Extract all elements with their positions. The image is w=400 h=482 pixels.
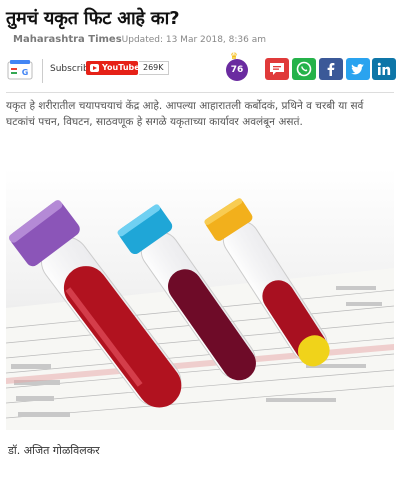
updated-date: Updated: 13 Mar 2018, 8:36 am	[121, 35, 267, 45]
share-toolbar: G Subscribe YouTube 269K ♛ 76	[6, 52, 396, 85]
source-link[interactable]: Maharashtra Times	[13, 34, 122, 45]
article-headline: तुमचं यकृत फिट आहे का?	[6, 8, 180, 29]
youtube-subscriber-count: 269K	[139, 61, 169, 75]
whatsapp-share-button[interactable]	[292, 58, 316, 80]
twitter-icon	[351, 63, 364, 75]
youtube-subscribe-button[interactable]: YouTube	[86, 61, 140, 75]
facebook-share-button[interactable]	[319, 58, 343, 80]
article-summary: यकृत हे शरीरातील चयापचयाचं केंद्र आहे. आ…	[6, 100, 364, 128]
google-news-icon[interactable]: G	[6, 59, 34, 81]
header-divider	[6, 92, 394, 93]
author-name: डॉ. अजित गोळविलकर	[8, 444, 100, 457]
toolbar-divider	[42, 59, 43, 83]
twitter-share-button[interactable]	[346, 58, 370, 80]
gnews-glyph: G	[22, 68, 29, 77]
linkedin-icon	[377, 62, 391, 75]
whatsapp-icon	[296, 61, 312, 77]
youtube-play-icon	[90, 64, 99, 72]
byline: Maharashtra TimesUpdated: 13 Mar 2018, 8…	[13, 34, 266, 45]
youtube-label: YouTube	[102, 63, 140, 72]
reward-points-badge[interactable]: 76	[226, 59, 248, 81]
article-photo-blood-test-tubes	[6, 168, 394, 430]
linkedin-share-button[interactable]	[372, 58, 396, 80]
comment-button[interactable]	[265, 58, 289, 80]
comment-icon	[270, 63, 284, 75]
facebook-icon	[327, 63, 335, 76]
